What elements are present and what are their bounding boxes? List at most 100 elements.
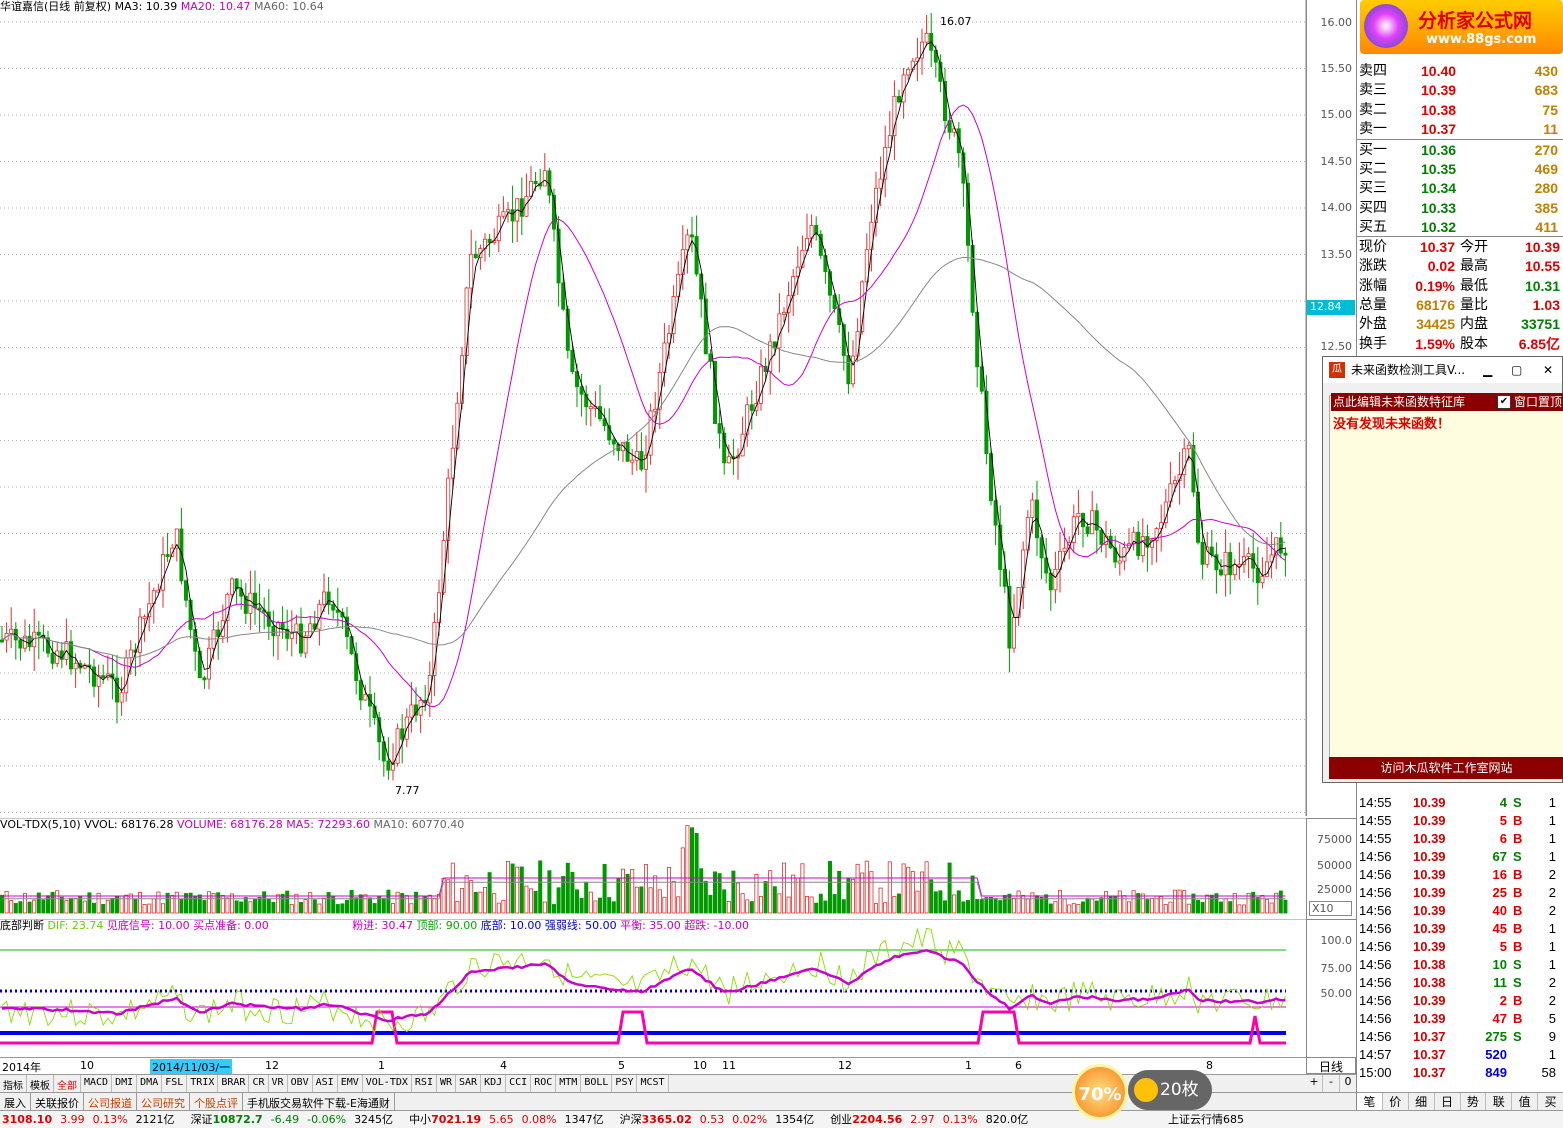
indicator-tab-16[interactable]: WR (437, 1075, 457, 1092)
right-tab-2[interactable]: 细 (1409, 1093, 1435, 1110)
indicator-tab-14[interactable]: VOL-TDX (363, 1075, 412, 1092)
indicator-tab-21[interactable]: MTM (556, 1075, 582, 1092)
candle-body (1173, 480, 1178, 485)
progress-badge[interactable]: 70% (1072, 1064, 1128, 1120)
bottom-tab-0[interactable]: 展入 (0, 1093, 31, 1110)
candle-body (529, 180, 534, 197)
indicator-tab-13[interactable]: EMV (338, 1075, 363, 1092)
index-quote-0[interactable]: 3108.10 3.99 0.13% 2121亿 (2, 1113, 183, 1126)
zoom-out-button[interactable]: - (1323, 1075, 1340, 1092)
volume-bar (690, 827, 695, 914)
right-tab-7[interactable]: 买 (1538, 1093, 1563, 1110)
indicator-tab-11[interactable]: OBV (288, 1075, 313, 1092)
right-tab-0[interactable]: 笔 (1357, 1093, 1383, 1110)
coin-badge[interactable]: 20枚 (1128, 1070, 1212, 1110)
indicator-tab-4[interactable]: DMI (112, 1075, 138, 1092)
volume-unit: X10 (1309, 901, 1352, 916)
indicator-tab-5[interactable]: DMA (137, 1075, 163, 1092)
zoom-reset-button[interactable]: 0 (1340, 1075, 1356, 1092)
volume-bar (1168, 901, 1173, 914)
candle-body (1099, 529, 1104, 545)
candle-body (634, 451, 639, 461)
bottom-tab-3[interactable]: 公司研究 (137, 1093, 190, 1110)
volume-bar (137, 892, 142, 914)
period-selector[interactable]: 日线 (1306, 1057, 1356, 1074)
tick-volume: 275 (1485, 1029, 1507, 1044)
minimize-icon[interactable]: ▁ (1483, 357, 1492, 383)
bottom-tab-5[interactable]: 手机版交易软件下载-E海通财 (243, 1093, 395, 1110)
site-logo: 分析家公式网 www.88gs.com (1360, 0, 1563, 54)
right-tab-3[interactable]: 日 (1435, 1093, 1461, 1110)
indicator-tab-18[interactable]: KDJ (481, 1075, 507, 1092)
quote-label: 最低 (1460, 277, 1488, 294)
volume-bar (634, 886, 639, 914)
indicator-tab-0[interactable]: 指标 (0, 1075, 27, 1092)
volume-bar (59, 896, 64, 914)
candlesticks (0, 12, 1288, 781)
right-tab-4[interactable]: 势 (1461, 1093, 1487, 1110)
close-icon[interactable]: ✕ (1543, 357, 1553, 383)
volume-bar (1173, 889, 1178, 914)
cloud-quote-label[interactable]: 上证云行情685 (1168, 1111, 1244, 1128)
tick-row: 14:56 10.38 10 S 1 (1359, 956, 1562, 974)
volume-bar (745, 899, 750, 914)
candle-body (1209, 546, 1214, 556)
volume-bar (1127, 901, 1132, 914)
index-quote-2[interactable]: 中小7021.19 5.65 0.08% 1347亿 (409, 1113, 612, 1126)
volume-bar (151, 898, 156, 914)
right-tab-5[interactable]: 联 (1486, 1093, 1513, 1110)
indicator-tab-22[interactable]: BOLL (581, 1075, 613, 1092)
candle-body (1085, 526, 1090, 535)
indicator-tab-24[interactable]: MCST (637, 1075, 669, 1092)
volume-bar (1145, 899, 1150, 914)
topmost-checkbox[interactable]: ✔ (1497, 395, 1511, 409)
tick-time: 15:00 (1359, 1065, 1392, 1080)
indicator-tab-10[interactable]: VR (269, 1075, 288, 1092)
bottom-tab-1[interactable]: 关联报价 (31, 1093, 84, 1110)
volume-chart[interactable] (0, 818, 1306, 918)
index-value: 3108.10 (2, 1113, 53, 1126)
bottom-tab-4[interactable]: 个股点评 (190, 1093, 243, 1110)
indicator-tab-20[interactable]: ROC (531, 1075, 557, 1092)
index-quote-1[interactable]: 深证10872.7 -6.49 -0.06% 3245亿 (191, 1113, 402, 1126)
indicator-chart[interactable] (0, 919, 1306, 1057)
indicator-tab-7[interactable]: TRIX (187, 1075, 219, 1092)
candle-body (745, 404, 750, 435)
indicator-tab-2[interactable]: 全部 (54, 1075, 81, 1092)
maximize-icon[interactable]: ▢ (1511, 357, 1522, 383)
indicator-tab-23[interactable]: PSY (612, 1075, 638, 1092)
right-tab-1[interactable]: 价 (1383, 1093, 1409, 1110)
index-quote-3[interactable]: 沪深3365.02 0.53 0.02% 1354亿 (620, 1113, 823, 1126)
candle-body (874, 187, 879, 223)
orderbook-level: 买二 (1359, 161, 1387, 178)
volume-bar (786, 896, 791, 914)
indicator-tab-17[interactable]: SAR (456, 1075, 482, 1092)
volume-bar (524, 885, 529, 914)
volume-bar (1035, 895, 1040, 914)
indicator-tab-15[interactable]: RSI (412, 1075, 437, 1092)
indicator-tab-19[interactable]: CCI (506, 1075, 532, 1092)
volume-bar (864, 860, 869, 914)
volume-bar (1048, 903, 1053, 914)
volume-bar (202, 900, 207, 914)
indicator-tab-1[interactable]: 模板 (27, 1075, 54, 1092)
quote-label: 总量 (1359, 296, 1387, 313)
indicator-tab-12[interactable]: ASI (313, 1075, 338, 1092)
indicator-tick: 100.0 (1320, 934, 1353, 947)
index-quote-4[interactable]: 创业2204.56 2.97 0.13% 820.0亿 (830, 1113, 1036, 1126)
price-chart[interactable] (0, 0, 1306, 816)
bottom-tab-2[interactable]: 公司报道 (84, 1093, 137, 1110)
feature-lib-link[interactable]: 点此编辑未来函数特征库 ✔ 窗口置顶 (1331, 393, 1563, 411)
indicator-tab-3[interactable]: MACD (81, 1075, 113, 1092)
indicator-tab-8[interactable]: BRAR (218, 1075, 250, 1092)
indicator-tab-9[interactable]: CR (249, 1075, 269, 1092)
tick-count: 1 (1548, 1047, 1556, 1062)
right-tab-6[interactable]: 值 (1512, 1093, 1539, 1110)
orderbook-volume: 430 (1534, 63, 1558, 79)
zoom-in-button[interactable]: + (1306, 1075, 1323, 1092)
popup-title-bar[interactable]: 瓜 未来函数检测工具V... ▁ ▢ ✕ (1323, 357, 1562, 383)
volume-bar (478, 891, 483, 914)
volume-bar (496, 902, 501, 914)
indicator-tab-6[interactable]: FSL (162, 1075, 188, 1092)
visit-website-link[interactable]: 访问木瓜软件工作室网站 (1329, 757, 1563, 779)
